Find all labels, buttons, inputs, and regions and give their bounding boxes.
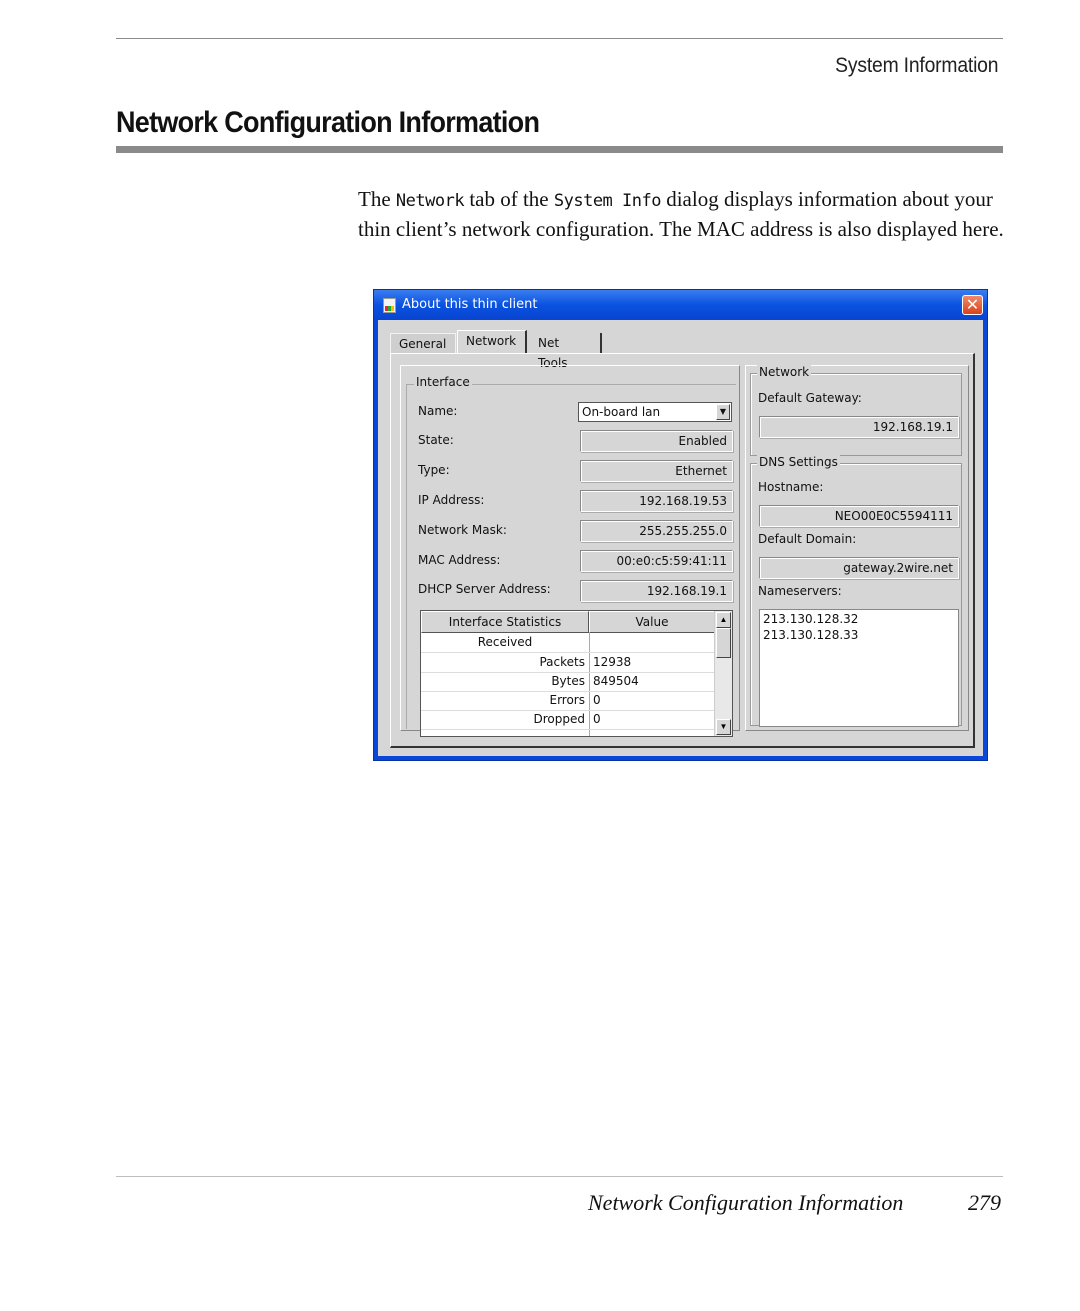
about-dialog: About this thin client ✕ General Network…: [373, 289, 988, 761]
hostname-field: NEO00E0C5594111: [759, 505, 959, 527]
stat-name: Received: [477, 635, 533, 649]
dns-group-label: DNS Settings: [757, 455, 840, 469]
network-mask-field: 255.255.255.0: [580, 520, 733, 542]
stat-value: 849504: [593, 674, 639, 688]
dns-settings-group: DNS Settings Hostname: NEO00E0C5594111 D…: [750, 455, 962, 727]
vertical-scrollbar[interactable]: ▲ ▼: [714, 611, 732, 736]
chevron-down-icon[interactable]: ▼: [716, 404, 730, 420]
close-icon: ✕: [965, 295, 980, 314]
table-row[interactable]: Received: [421, 633, 715, 653]
stat-name: Dropped: [533, 712, 586, 726]
type-label: Type:: [418, 463, 450, 477]
dhcp-server-field: 192.168.19.1: [580, 580, 733, 602]
mac-address-field: 00:e0:c5:59:41:11: [580, 550, 733, 572]
footer-rule: [116, 1176, 1003, 1177]
interface-name-select[interactable]: On-board lan ▼: [578, 402, 732, 422]
header-rule: [116, 38, 1003, 39]
app-icon: [383, 298, 396, 313]
running-header: System Information: [834, 54, 998, 77]
list-item[interactable]: 213.130.128.32: [763, 611, 955, 627]
dialog-titlebar[interactable]: About this thin client ✕: [374, 290, 987, 320]
body-paragraph: The Network tab of the System Info dialo…: [358, 185, 1008, 243]
table-row[interactable]: Dropped 0: [421, 710, 715, 730]
section-title: Network Configuration Information: [116, 106, 540, 139]
stat-name: Packets: [539, 655, 585, 669]
code-network: Network: [395, 191, 465, 211]
interface-statistics-table: Interface Statistics Value Received Pack…: [420, 610, 733, 737]
dialog-title: About this thin client: [402, 297, 538, 312]
stat-value: 0: [593, 693, 601, 707]
network-group-label: Network: [757, 365, 812, 379]
tab-network[interactable]: Network: [457, 330, 527, 354]
tab-general[interactable]: General: [390, 333, 456, 353]
footer-title: Network Configuration Information: [588, 1190, 904, 1215]
page-number: 279: [968, 1190, 1001, 1215]
body-text: The: [358, 187, 396, 211]
table-row[interactable]: Errors 0: [421, 691, 715, 711]
nameservers-label: Nameservers:: [758, 584, 842, 598]
stat-name: Bytes: [551, 674, 585, 688]
interface-name-value: On-board lan: [582, 405, 661, 419]
code-system-info: System Info: [553, 191, 662, 211]
interface-group-label: Interface: [414, 375, 472, 389]
type-field: Ethernet: [580, 460, 733, 482]
list-item[interactable]: 213.130.128.33: [763, 627, 955, 643]
tab-net-tools[interactable]: Net Tools: [530, 333, 602, 370]
ip-address-field: 192.168.19.53: [580, 490, 733, 512]
stat-name: Errors: [549, 693, 585, 707]
body-text: tab of the: [464, 187, 554, 211]
mac-address-label: MAC Address:: [418, 553, 501, 567]
nameservers-list[interactable]: 213.130.128.32 213.130.128.33: [759, 609, 959, 727]
default-domain-field: gateway.2wire.net: [759, 557, 959, 579]
hostname-label: Hostname:: [758, 480, 824, 494]
name-label: Name:: [418, 404, 458, 418]
scroll-down-icon[interactable]: ▼: [716, 719, 731, 735]
close-button[interactable]: ✕: [962, 295, 983, 315]
stat-value: 12938: [593, 655, 632, 669]
table-row[interactable]: Packets 12938: [421, 653, 715, 673]
dialog-client: General Network Net Tools Interface Name…: [378, 320, 983, 756]
interface-panel: Interface Name: On-board lan ▼ State: En…: [400, 365, 740, 737]
network-tab-panel: Interface Name: On-board lan ▼ State: En…: [390, 353, 975, 748]
column-header-value[interactable]: Value: [589, 611, 715, 633]
network-dns-panel: Network Default Gateway: 192.168.19.1 DN…: [745, 365, 969, 731]
state-field: Enabled: [580, 430, 733, 452]
column-header-statistics[interactable]: Interface Statistics: [421, 611, 589, 633]
interface-group: Interface Name: On-board lan ▼ State: En…: [406, 374, 736, 737]
default-gateway-label: Default Gateway:: [758, 391, 862, 405]
scroll-up-icon[interactable]: ▲: [716, 612, 731, 628]
title-underline-bar: [116, 146, 1003, 153]
table-row[interactable]: Bytes 849504: [421, 672, 715, 692]
dhcp-server-label: DHCP Server Address:: [418, 582, 551, 596]
network-mask-label: Network Mask:: [418, 523, 507, 537]
state-label: State:: [418, 433, 454, 447]
network-group: Network Default Gateway: 192.168.19.1: [750, 365, 962, 456]
scroll-thumb[interactable]: [716, 628, 731, 658]
default-domain-label: Default Domain:: [758, 532, 857, 546]
ip-address-label: IP Address:: [418, 493, 485, 507]
default-gateway-field: 192.168.19.1: [759, 416, 959, 438]
stat-value: 0: [593, 712, 601, 726]
